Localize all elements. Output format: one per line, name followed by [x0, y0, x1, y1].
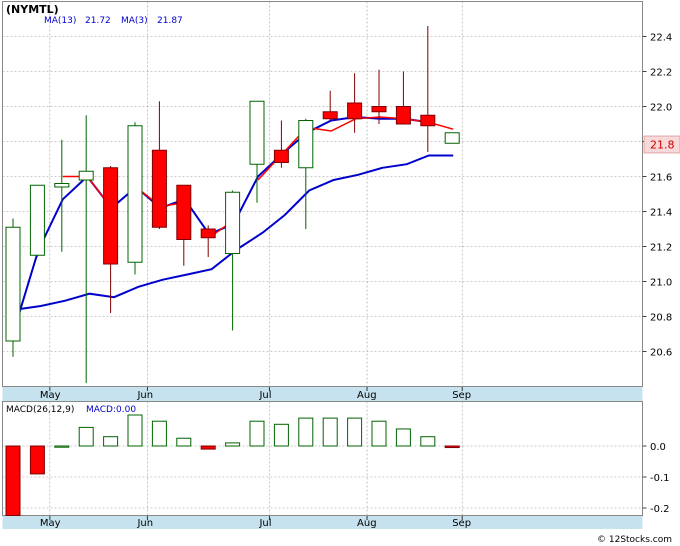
copyright-footer: © 12Stocks.com	[597, 535, 672, 545]
macd-bar-positive	[151, 420, 167, 447]
macd-bar-negative	[5, 445, 21, 516]
macd-bar-negative	[444, 445, 460, 449]
macd-bar-negative	[29, 445, 45, 475]
macd-value: MACD:0.00	[86, 405, 136, 415]
macd-bar-positive	[225, 442, 241, 447]
macd-y-axis: 0.0 -0.1 -0.2	[642, 442, 670, 515]
macd-month-label: Jul	[258, 518, 271, 529]
macd-bar-positive	[420, 436, 436, 447]
candle-down	[420, 114, 436, 127]
macd-bar-positive	[371, 420, 387, 447]
candle-up	[249, 100, 265, 165]
price-month-label: Sep	[452, 390, 471, 401]
candle-down	[151, 149, 167, 228]
ma3-label: MA(3)	[121, 16, 148, 26]
macd-month-label: May	[40, 518, 61, 529]
candle-up	[444, 132, 460, 144]
macd-month-label: Sep	[452, 518, 471, 529]
price-tick-label: 21.6	[650, 173, 672, 184]
macd-bar-positive	[54, 445, 70, 448]
price-tick-label: 21.4	[650, 208, 672, 219]
candle-up	[54, 183, 70, 188]
macd-x-axis-band	[2, 516, 643, 529]
macd-bar-positive	[322, 417, 338, 447]
macd-title: MACD(26,12,9)	[6, 405, 74, 415]
macd-bar-positive	[103, 436, 119, 447]
candle-up	[5, 226, 21, 342]
macd-bar-positive	[395, 428, 411, 447]
macd-bar-positive	[249, 420, 265, 447]
stock-chart: 20.6 20.8 21.0 21.2 21.4 21.6 21.8 22.0 22.2 22.4…	[2, 1, 680, 545]
price-tick-label: 21.0	[650, 278, 672, 289]
candle-down	[176, 184, 192, 240]
price-tick-label: 20.8	[650, 313, 672, 324]
candle-up	[127, 125, 143, 263]
candle-down	[395, 106, 411, 125]
last-price-label: 21.8	[650, 139, 675, 152]
candle-down	[347, 102, 363, 120]
ticker-label: (NYMTL)	[6, 3, 59, 16]
macd-bar-positive	[273, 423, 289, 447]
macd-bar-positive	[298, 417, 314, 447]
ma13-label: MA(13)	[44, 16, 76, 26]
ma3-value: 21.87	[157, 16, 183, 26]
price-month-label: Aug	[357, 390, 377, 401]
macd-tick-label: -0.2	[650, 504, 670, 515]
candle-up	[298, 120, 314, 169]
price-tick-label: 20.6	[650, 348, 672, 359]
candle-up	[29, 184, 45, 256]
macd-bar-positive	[347, 417, 363, 447]
candle-down	[371, 106, 387, 113]
price-y-axis: 20.6 20.8 21.0 21.2 21.4 21.6 21.8 22.0 22.2 22.4	[642, 33, 672, 359]
macd-month-label: Jun	[136, 518, 153, 529]
candle-down	[273, 149, 289, 163]
price-tick-label: 21.2	[650, 243, 672, 254]
candle-up	[78, 170, 94, 181]
macd-bar-negative	[200, 445, 216, 450]
ma13-value: 21.72	[85, 16, 111, 26]
candle-up	[225, 191, 241, 254]
price-month-label: Jul	[258, 390, 271, 401]
price-panel	[2, 1, 643, 387]
candle-down	[200, 228, 216, 239]
macd-tick-label: 0.0	[650, 442, 666, 453]
price-x-axis-band	[2, 387, 643, 401]
price-month-label: Jun	[136, 390, 153, 401]
macd-panel	[2, 401, 643, 516]
macd-month-label: Aug	[357, 518, 377, 529]
candle-down	[322, 111, 338, 120]
candle-down	[103, 167, 119, 265]
price-tick-label: 22.4	[650, 33, 672, 44]
price-tick-label: 22.0	[650, 103, 672, 114]
price-month-label: May	[40, 390, 61, 401]
price-tick-label: 22.2	[650, 68, 672, 79]
macd-bar-positive	[78, 426, 94, 447]
macd-bar-positive	[176, 437, 192, 447]
macd-tick-label: -0.1	[650, 473, 670, 484]
macd-bar-positive	[127, 414, 143, 447]
